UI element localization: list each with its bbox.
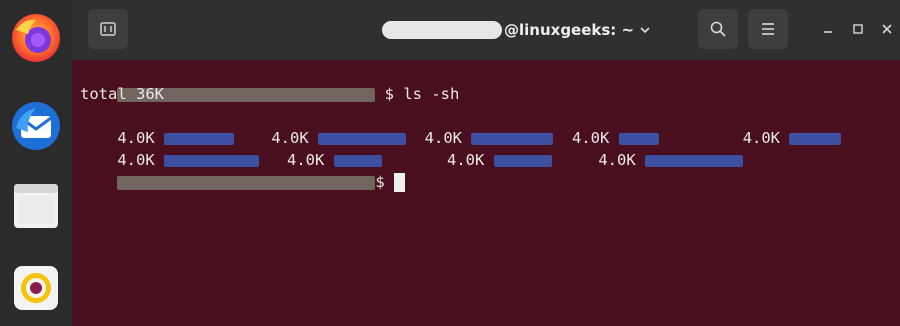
close-icon [882,24,892,34]
rhythmbox-icon[interactable] [8,260,64,316]
prompt-symbol: $ [375,173,385,191]
listing-row: 4.0K 4.0K 4.0K 4.0K [80,127,744,169]
maximize-icon [853,24,863,34]
window-title: @linuxgeeks: ~ [382,18,650,42]
new-tab-button[interactable] [88,9,128,49]
total-line: total 36K [80,85,164,103]
new-tab-icon [100,22,116,36]
dir-name-redaction [493,154,552,167]
command-line: $ ls -sh [80,61,459,103]
thunderbird-icon[interactable] [8,98,64,154]
search-icon [710,21,726,37]
search-button[interactable] [698,9,738,49]
title-redaction [382,21,502,39]
close-button[interactable] [877,19,897,39]
dir-name-redaction [645,154,744,167]
command-text: $ ls -sh [384,85,460,103]
dir-name-redaction [789,132,842,145]
file-size: 4.0K [742,129,781,147]
file-size: 4.0K [598,151,636,169]
chevron-down-icon [640,27,650,34]
file-size: 4.0K [447,151,485,169]
text-cursor [394,173,406,192]
listing-row: 4.0K 4.0K 4.0K 4.0K 4.0K [80,105,842,147]
files-icon[interactable] [8,178,64,234]
menu-button[interactable] [748,9,788,49]
hamburger-menu-icon [762,23,774,35]
minimize-icon [824,31,832,33]
firefox-icon[interactable] [8,10,64,66]
dock [0,0,72,326]
terminal-output[interactable]: $ ls -sh total 36K 4.0K 4.0K 4.0K 4.0K 4… [72,60,900,326]
terminal-headerbar: @linuxgeeks: ~ [72,0,900,60]
minimize-button[interactable] [818,19,838,39]
window-title-text: @linuxgeeks: ~ [504,21,635,39]
prompt-redaction [117,175,376,190]
prompt-line: $ [80,149,406,192]
maximize-button[interactable] [848,19,868,39]
